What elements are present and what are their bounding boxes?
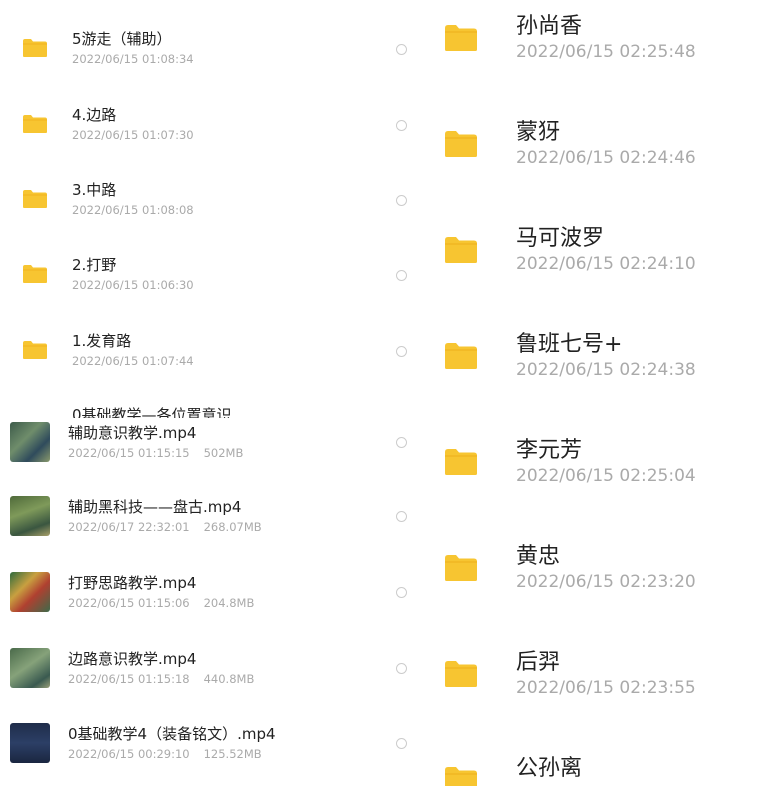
video-size: 204.8MB — [203, 596, 255, 610]
folder-icon — [22, 340, 48, 360]
select-radio[interactable] — [396, 738, 407, 749]
folder-row[interactable]: 后羿 2022/06/15 02:23:55 — [430, 644, 772, 710]
folder-name: 4.边路 — [72, 106, 117, 124]
folder-icon — [444, 236, 478, 264]
folder-row[interactable]: 公孙离 — [430, 750, 772, 786]
folder-date: 2022/06/15 02:23:55 — [516, 678, 696, 698]
folder-name: 公孙离 — [516, 756, 583, 781]
video-name: 辅助黑科技——盘古.mp4 — [68, 498, 242, 516]
folder-icon — [22, 264, 48, 284]
folder-icon — [444, 342, 478, 370]
select-radio[interactable] — [396, 346, 407, 357]
select-radio[interactable] — [396, 587, 407, 598]
folder-row[interactable]: 5游走（辅助） 2022/06/15 01:08:34 — [0, 26, 430, 76]
video-thumbnail — [10, 572, 50, 612]
folder-name: 蒙犽 — [516, 120, 561, 145]
folder-row-partial[interactable]: 0基础教学—各位置意识 — [0, 404, 430, 418]
folder-name: 0基础教学—各位置意识 — [72, 406, 232, 418]
video-meta: 2022/06/15 01:15:15 502MB — [68, 446, 243, 460]
folder-date: 2022/06/15 02:24:38 — [516, 360, 696, 380]
video-thumbnail — [10, 723, 50, 763]
video-row[interactable]: 边路意识教学.mp4 2022/06/15 01:15:18 440.8MB — [0, 646, 430, 696]
folder-row[interactable]: 鲁班七号+ 2022/06/15 02:24:38 — [430, 326, 772, 392]
folder-name: 鲁班七号+ — [516, 332, 623, 357]
folder-name: 黄忠 — [516, 544, 561, 569]
video-name: 打野思路教学.mp4 — [68, 574, 197, 592]
folder-icon — [444, 554, 478, 582]
folder-row[interactable]: 李元芳 2022/06/15 02:25:04 — [430, 432, 772, 498]
select-radio[interactable] — [396, 44, 407, 55]
left-file-list: 5游走（辅助） 2022/06/15 01:08:34 4.边路 2022/06… — [0, 0, 430, 786]
video-date: 2022/06/17 22:32:01 — [68, 520, 190, 534]
folder-icon — [22, 114, 48, 134]
folder-date: 2022/06/15 02:24:10 — [516, 254, 696, 274]
select-radio[interactable] — [396, 195, 407, 206]
video-name: 0基础教学4（装备铭文）.mp4 — [68, 725, 276, 743]
folder-row[interactable]: 4.边路 2022/06/15 01:07:30 — [0, 102, 430, 152]
folder-name: 5游走（辅助） — [72, 30, 172, 48]
folder-icon — [22, 189, 48, 209]
folder-row[interactable]: 3.中路 2022/06/15 01:08:08 — [0, 177, 430, 227]
select-radio[interactable] — [396, 270, 407, 281]
video-row[interactable]: 0基础教学4（装备铭文）.mp4 2022/06/15 00:29:10 125.… — [0, 721, 430, 771]
folder-row[interactable]: 孙尚香 2022/06/15 02:25:48 — [430, 8, 772, 74]
folder-name: 李元芳 — [516, 438, 583, 463]
folder-date: 2022/06/15 01:08:08 — [72, 203, 194, 217]
video-thumbnail — [10, 496, 50, 536]
folder-name: 3.中路 — [72, 181, 117, 199]
folder-date: 2022/06/15 02:25:04 — [516, 466, 696, 486]
video-thumbnail — [10, 648, 50, 688]
folder-name: 马可波罗 — [516, 226, 605, 251]
video-row[interactable]: 辅助意识教学.mp4 2022/06/15 01:15:15 502MB — [0, 420, 430, 470]
video-size: 125.52MB — [203, 747, 262, 761]
select-radio[interactable] — [396, 437, 407, 448]
folder-date: 2022/06/15 01:07:44 — [72, 354, 194, 368]
video-size: 268.07MB — [203, 520, 262, 534]
select-radio[interactable] — [396, 663, 407, 674]
folder-date: 2022/06/15 01:06:30 — [72, 278, 194, 292]
video-date: 2022/06/15 01:15:18 — [68, 672, 190, 686]
folder-date: 2022/06/15 01:08:34 — [72, 52, 194, 66]
video-name: 边路意识教学.mp4 — [68, 650, 197, 668]
folder-row[interactable]: 黄忠 2022/06/15 02:23:20 — [430, 538, 772, 604]
video-meta: 2022/06/15 01:15:06 204.8MB — [68, 596, 254, 610]
folder-icon — [444, 660, 478, 688]
select-radio[interactable] — [396, 511, 407, 522]
folder-row[interactable]: 蒙犽 2022/06/15 02:24:46 — [430, 114, 772, 180]
video-thumbnail — [10, 422, 50, 462]
video-row[interactable]: 打野思路教学.mp4 2022/06/15 01:15:06 204.8MB — [0, 570, 430, 620]
video-date: 2022/06/15 01:15:06 — [68, 596, 190, 610]
select-radio[interactable] — [396, 120, 407, 131]
video-size: 502MB — [203, 446, 244, 460]
video-row[interactable]: 辅助黑科技——盘古.mp4 2022/06/17 22:32:01 268.07M… — [0, 494, 430, 544]
right-folder-list: 孙尚香 2022/06/15 02:25:48 蒙犽 2022/06/15 02… — [430, 0, 772, 786]
video-date: 2022/06/15 00:29:10 — [68, 747, 190, 761]
folder-icon — [444, 766, 478, 786]
video-name: 辅助意识教学.mp4 — [68, 424, 197, 442]
folder-name: 1.发育路 — [72, 332, 132, 350]
folder-row[interactable]: 1.发育路 2022/06/15 01:07:44 — [0, 328, 430, 378]
folder-name: 孙尚香 — [516, 14, 583, 39]
folder-row[interactable]: 马可波罗 2022/06/15 02:24:10 — [430, 220, 772, 286]
video-size: 440.8MB — [203, 672, 255, 686]
video-date: 2022/06/15 01:15:15 — [68, 446, 190, 460]
video-meta: 2022/06/17 22:32:01 268.07MB — [68, 520, 262, 534]
folder-date: 2022/06/15 02:23:20 — [516, 572, 696, 592]
folder-date: 2022/06/15 02:24:46 — [516, 148, 696, 168]
video-meta: 2022/06/15 01:15:18 440.8MB — [68, 672, 254, 686]
folder-icon — [444, 130, 478, 158]
video-meta: 2022/06/15 00:29:10 125.52MB — [68, 747, 262, 761]
folder-icon — [444, 24, 478, 52]
folder-date: 2022/06/15 02:25:48 — [516, 42, 696, 62]
folder-name: 后羿 — [516, 650, 561, 675]
folder-date: 2022/06/15 01:07:30 — [72, 128, 194, 142]
folder-row[interactable]: 2.打野 2022/06/15 01:06:30 — [0, 252, 430, 302]
folder-name: 2.打野 — [72, 256, 117, 274]
folder-icon — [444, 448, 478, 476]
folder-icon — [22, 38, 48, 58]
